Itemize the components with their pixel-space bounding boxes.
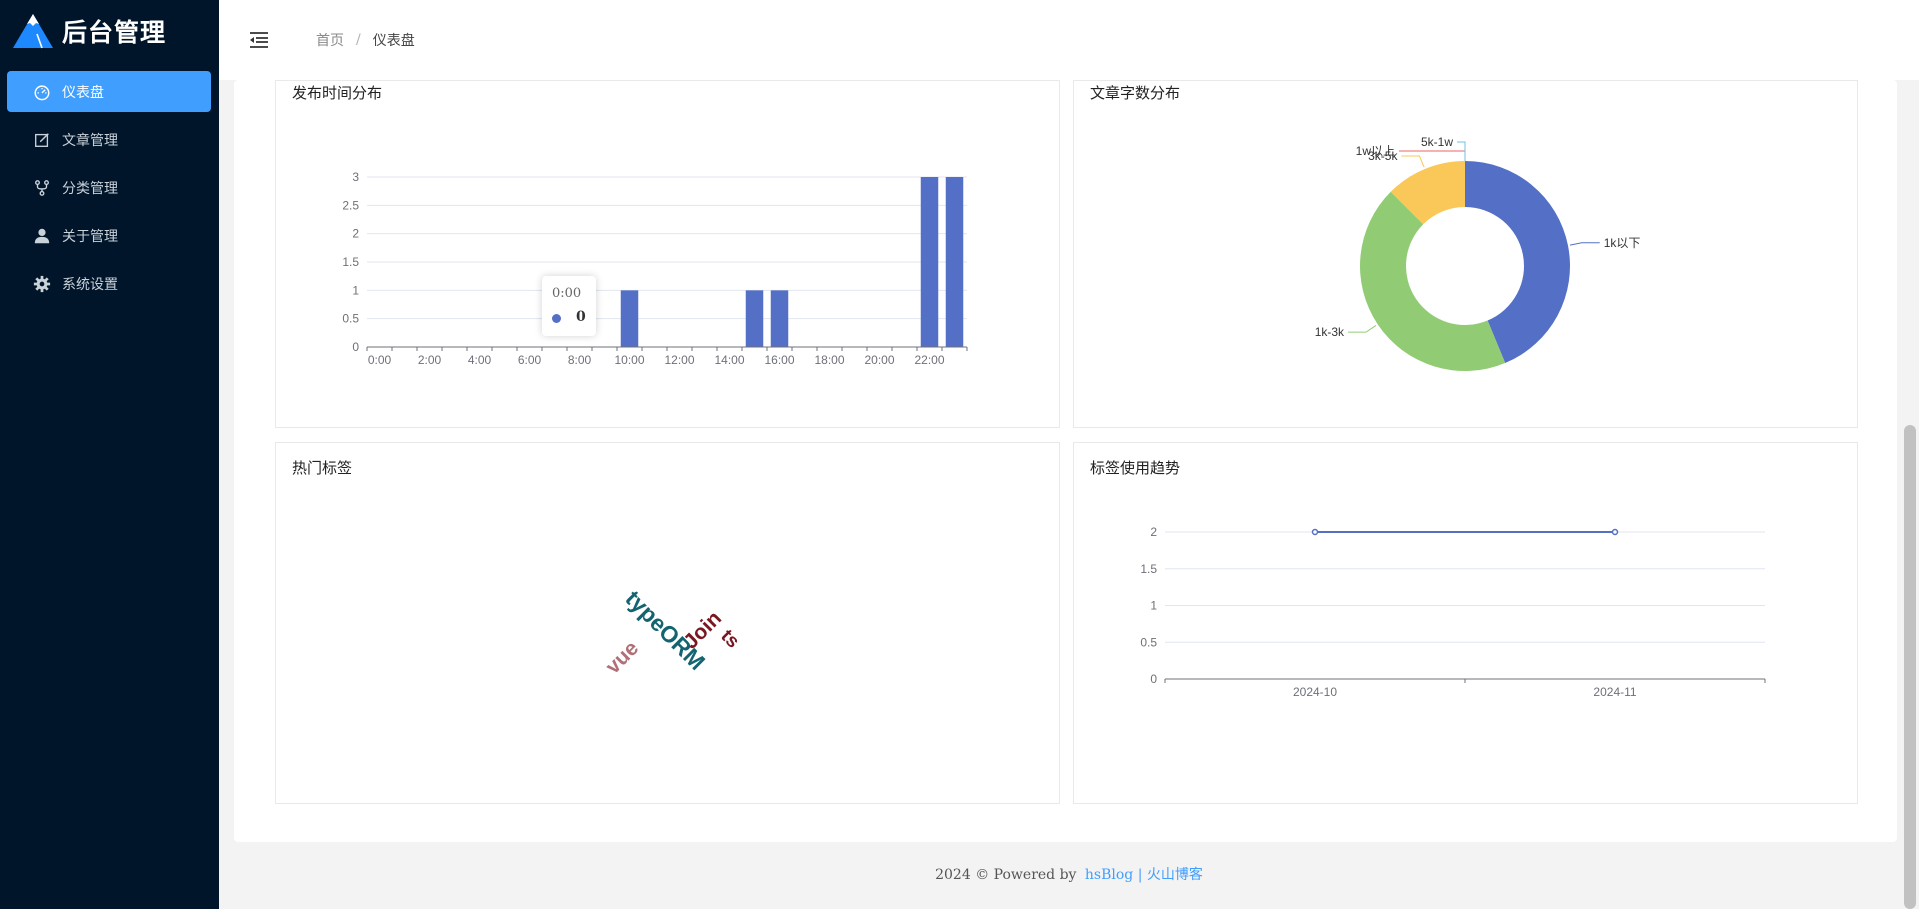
x-tick-label: 0:00 xyxy=(368,353,392,367)
bar[interactable] xyxy=(945,177,964,347)
panel-title: 热门标签 xyxy=(292,459,353,477)
pie-label: 1w以上 xyxy=(1356,144,1395,158)
chart-tooltip: 0:00 0 xyxy=(542,276,596,336)
y-tick-label: 1.5 xyxy=(342,255,359,269)
sidebar-item-dashboard[interactable]: 仪表盘 xyxy=(7,71,211,112)
sidebar-item-settings[interactable]: 系统设置 xyxy=(7,263,211,304)
scrollbar-thumb[interactable] xyxy=(1904,425,1916,909)
breadcrumb-home[interactable]: 首页 xyxy=(316,30,344,50)
y-tick-label: 0 xyxy=(1150,672,1157,686)
pie-label-line xyxy=(1569,242,1600,246)
pie-label: 1k以下 xyxy=(1604,236,1641,250)
header: 首页 / 仪表盘 xyxy=(219,0,1919,80)
x-tick-label: 16:00 xyxy=(764,353,794,367)
panel-title: 文章字数分布 xyxy=(1090,84,1181,102)
edit-icon xyxy=(32,130,52,150)
x-tick-label: 2024-11 xyxy=(1593,685,1636,699)
word-count-chart[interactable]: 1k以下1k-3k3k-5k1w以上5k-1w xyxy=(1074,81,1859,429)
user-icon xyxy=(32,226,52,246)
tooltip-label: 0:00 xyxy=(552,286,582,301)
breadcrumb-current: 仪表盘 xyxy=(372,33,415,49)
dashboard-icon xyxy=(32,82,52,102)
tooltip-value: 0 xyxy=(576,309,586,325)
data-point[interactable] xyxy=(1311,528,1319,536)
gear-icon xyxy=(32,274,52,294)
y-tick-label: 0 xyxy=(352,340,359,354)
x-tick-label: 18:00 xyxy=(814,353,844,367)
sidebar-item-about[interactable]: 关于管理 xyxy=(7,215,211,256)
word-cloud[interactable]: typeORM Join ts vue xyxy=(276,443,1061,805)
sidebar-item-articles[interactable]: 文章管理 xyxy=(7,119,211,160)
data-point[interactable] xyxy=(1611,528,1619,536)
tag-trend-panel: 标签使用趋势 0 0.5 1 1.5 2 2024-10 2024-11 xyxy=(1073,442,1858,804)
footer-link-hsblog[interactable]: hsBlog xyxy=(1085,867,1133,883)
y-tick-label: 1 xyxy=(352,283,359,297)
y-tick-label: 3 xyxy=(352,170,359,184)
y-tick-label: 2 xyxy=(1150,525,1157,539)
y-tick-label: 0.5 xyxy=(342,312,359,326)
pie-label-line xyxy=(1348,325,1377,333)
x-tick-label: 4:00 xyxy=(468,353,492,367)
footer: 2024 © Powered by hsBlog | 火山博客 xyxy=(219,864,1919,884)
tag-trend-chart[interactable]: 0 0.5 1 1.5 2 2024-10 2024-11 xyxy=(1074,443,1859,805)
app-title: 后台管理 xyxy=(62,19,167,47)
y-tick-label: 0.5 xyxy=(1140,635,1157,649)
sidebar: 后台管理 仪表盘 文章管理 分类管理 关于管理 系统设置 xyxy=(0,0,219,909)
logo-icon xyxy=(13,14,53,49)
publish-time-chart[interactable]: 0 0.5 1 1.5 2 2.5 3 0:00 2:00 4:00 6:00 8:00 10:00 1… xyxy=(276,81,1061,429)
x-tick-label: 12:00 xyxy=(664,353,694,367)
sidebar-item-label: 关于管理 xyxy=(62,227,118,244)
y-tick-label: 1.5 xyxy=(1140,562,1157,576)
footer-separator: | xyxy=(1137,867,1143,883)
x-tick-label: 10:00 xyxy=(614,353,644,367)
x-tick-label: 2024-10 xyxy=(1293,685,1337,699)
pie-label: 5k-1w xyxy=(1421,135,1453,149)
bar[interactable] xyxy=(770,290,789,347)
fork-icon xyxy=(32,178,52,198)
breadcrumb-separator: / xyxy=(356,32,361,48)
x-tick-label: 6:00 xyxy=(518,353,542,367)
sidebar-item-label: 仪表盘 xyxy=(62,83,104,100)
panel-title: 标签使用趋势 xyxy=(1090,459,1181,477)
y-tick-label: 2.5 xyxy=(342,198,359,212)
tooltip-series-dot xyxy=(552,314,561,323)
sidebar-item-label: 文章管理 xyxy=(62,131,118,148)
footer-text: 2024 © Powered by xyxy=(935,867,1077,883)
menu-fold-icon[interactable] xyxy=(247,28,271,52)
footer-link-huoshan[interactable]: 火山博客 xyxy=(1147,867,1203,883)
hot-tags-panel: 热门标签 typeORM Join ts vue xyxy=(275,442,1060,804)
logo[interactable]: 后台管理 xyxy=(0,0,219,62)
y-tick-label: 2 xyxy=(352,227,359,241)
sidebar-item-label: 系统设置 xyxy=(62,275,118,292)
pie-label: 1k-3k xyxy=(1315,325,1345,339)
breadcrumb: 首页 / 仪表盘 xyxy=(316,30,415,50)
x-tick-label: 14:00 xyxy=(714,353,744,367)
x-tick-label: 20:00 xyxy=(864,353,894,367)
pie-slice[interactable] xyxy=(1360,191,1506,372)
bar[interactable] xyxy=(620,290,639,347)
y-tick-label: 1 xyxy=(1150,599,1157,613)
tag-word[interactable]: ts xyxy=(716,626,743,653)
panel-title: 发布时间分布 xyxy=(292,84,383,102)
tag-word[interactable]: vue xyxy=(601,637,643,679)
x-tick-label: 2:00 xyxy=(418,353,442,367)
publish-time-panel: 发布时间分布 0 0.5 1 1.5 2 2.5 3 0:00 2:00 4:00 6:00 8:0… xyxy=(275,80,1060,428)
word-count-panel: 文章字数分布 1k以下 1k-3k 3k-5k 1w以上 5k-1w xyxy=(1073,80,1858,428)
x-tick-label: 22:00 xyxy=(914,353,944,367)
bar[interactable] xyxy=(920,177,939,347)
sidebar-item-categories[interactable]: 分类管理 xyxy=(7,167,211,208)
sidebar-item-label: 分类管理 xyxy=(62,179,118,196)
x-tick-label: 8:00 xyxy=(568,353,592,367)
bar[interactable] xyxy=(745,290,764,347)
pie-label-line xyxy=(1401,155,1425,168)
